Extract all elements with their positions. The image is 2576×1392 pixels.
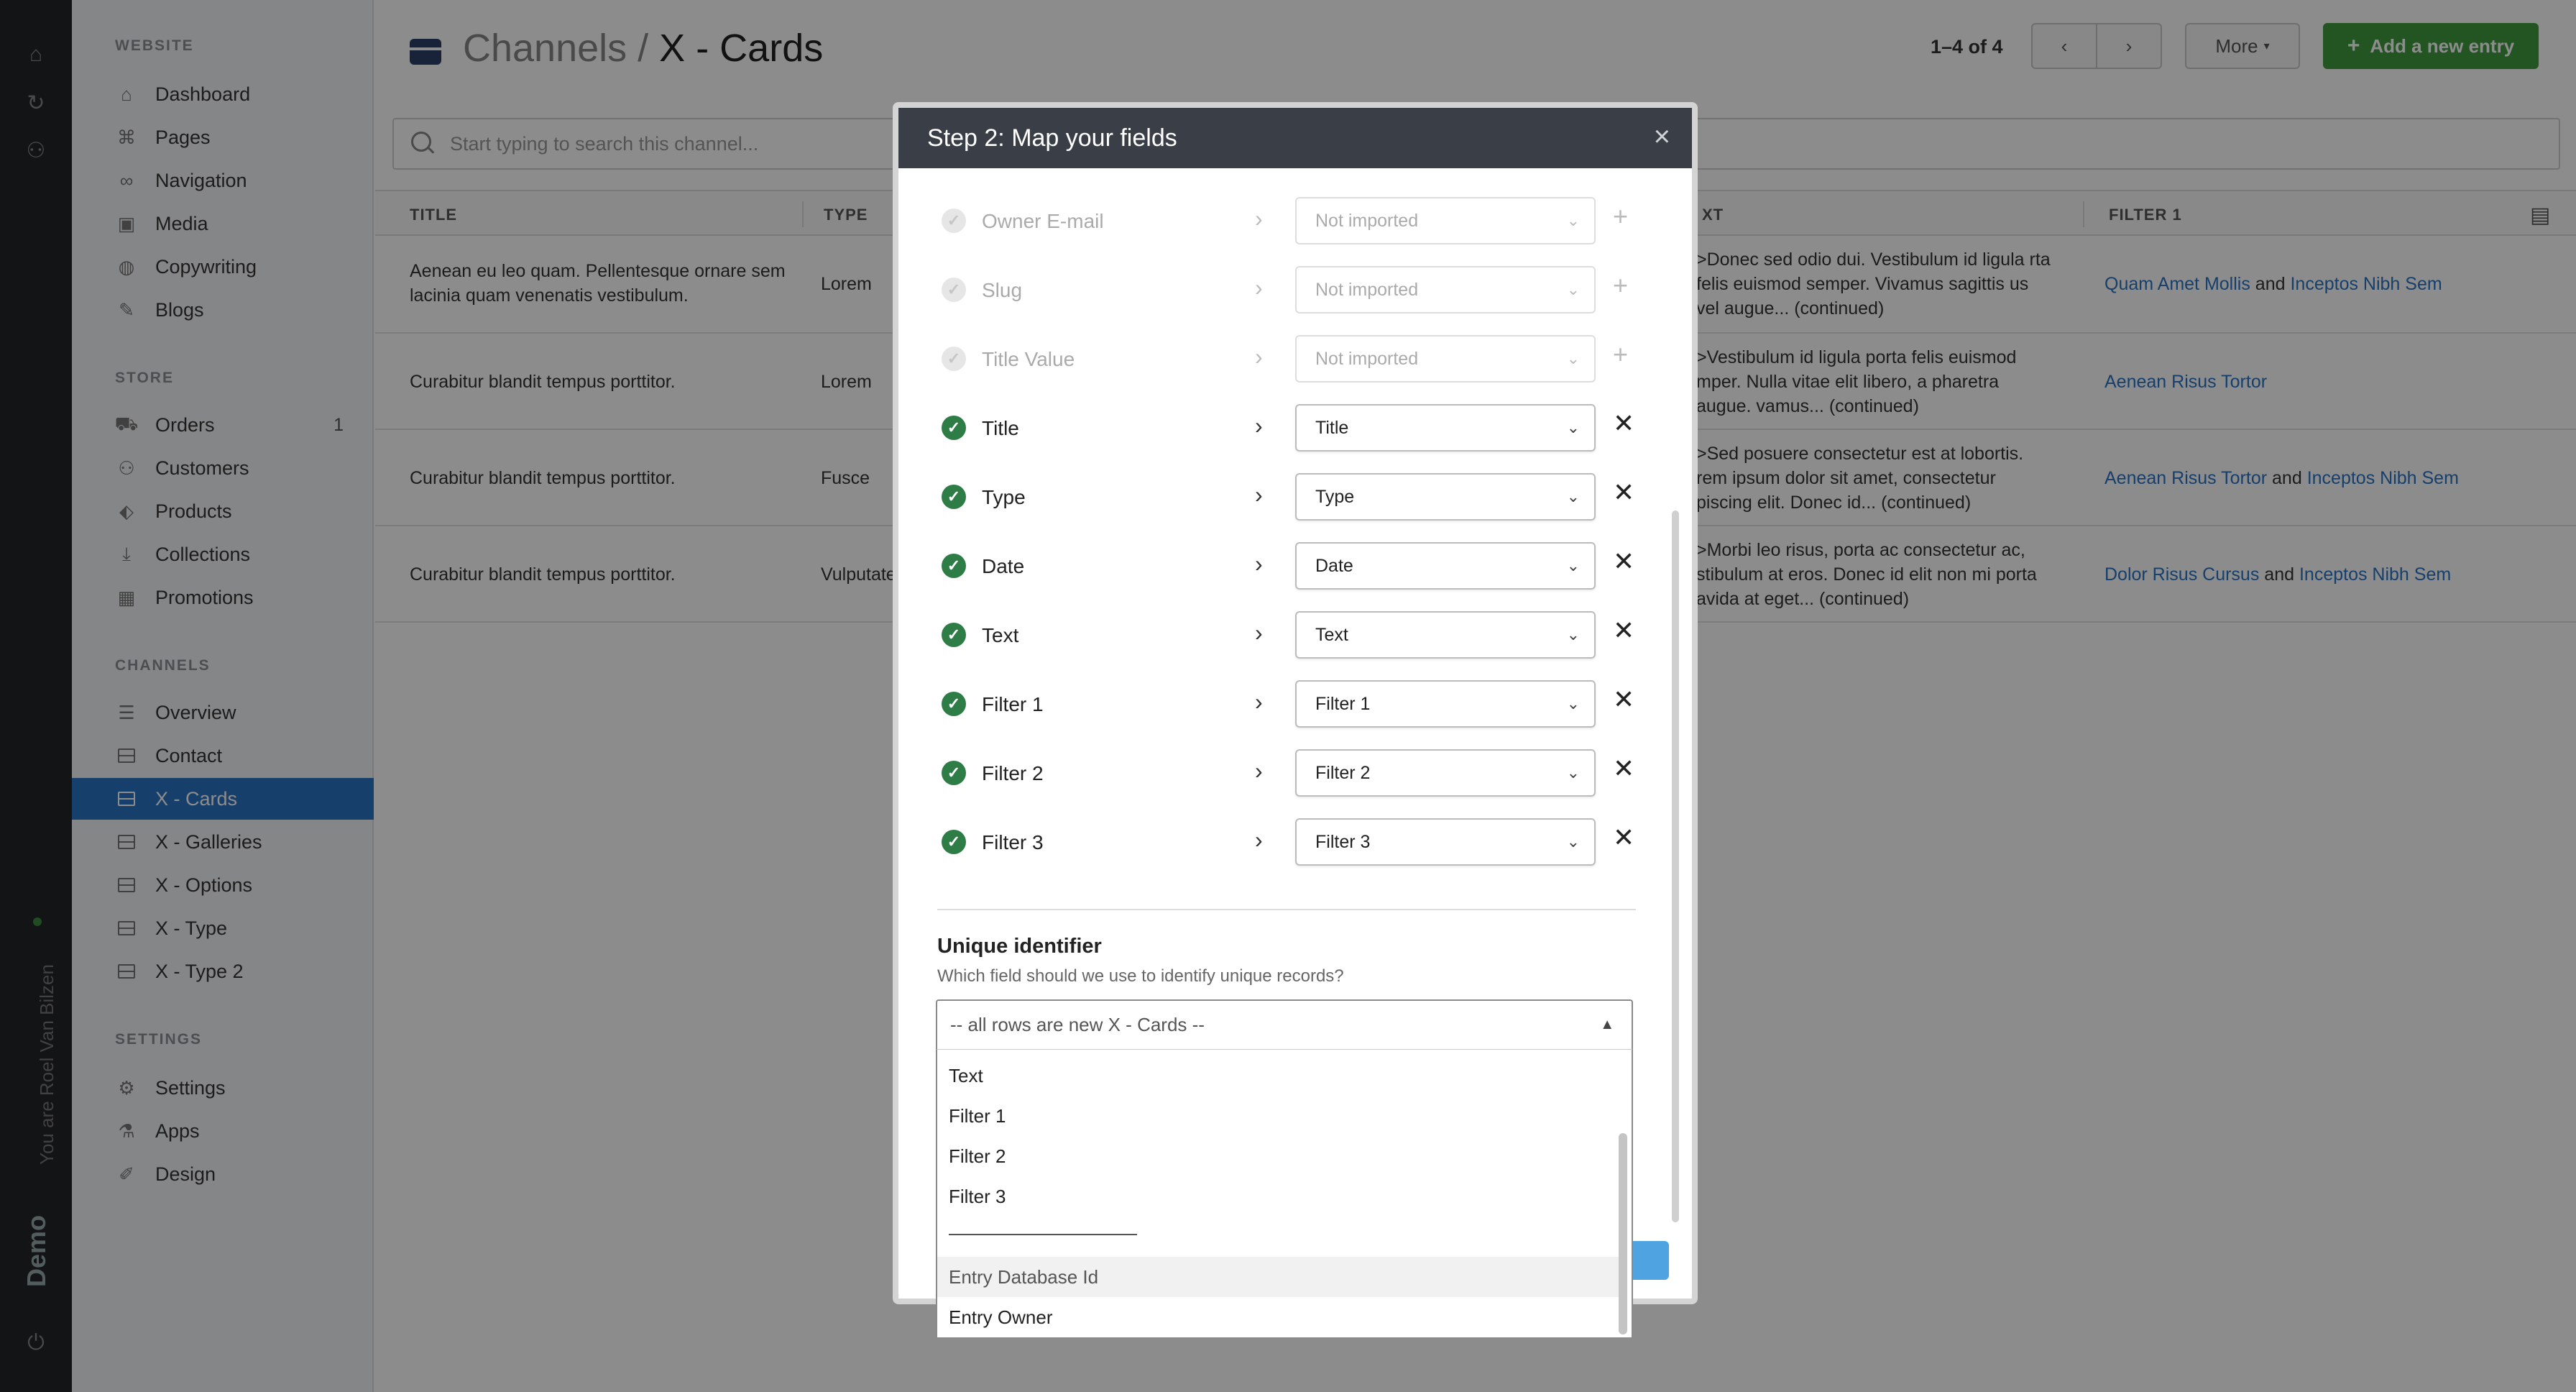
- caret-up-icon: ▲: [1600, 1017, 1614, 1032]
- field-label: Type: [982, 486, 1026, 508]
- field-mapping-select[interactable]: Title ⌄: [1295, 404, 1596, 452]
- check-circle-icon: ✓: [942, 761, 966, 785]
- select-value: Text: [1315, 624, 1348, 645]
- chevron-right-icon: ›: [1255, 413, 1263, 439]
- field-label: Text: [982, 624, 1019, 646]
- remove-icon[interactable]: ✕: [1613, 823, 1634, 853]
- option-entry-database-id[interactable]: Entry Database Id: [937, 1257, 1620, 1297]
- chevron-right-icon: ›: [1255, 482, 1263, 508]
- check-circle-icon: ✓: [942, 554, 966, 578]
- field-row-title: ✓ Title › Title ⌄ ✕: [898, 394, 1660, 463]
- remove-icon[interactable]: ✕: [1613, 477, 1634, 508]
- unique-identifier-title: Unique identifier: [937, 935, 1102, 958]
- option-filter-2[interactable]: Filter 2: [937, 1136, 1620, 1176]
- chevron-right-icon: ›: [1255, 758, 1263, 784]
- options-separator: [949, 1234, 1137, 1235]
- unique-identifier-help: Which field should we use to identify un…: [937, 966, 1344, 986]
- chevron-down-icon: ⌄: [1566, 418, 1580, 436]
- select-value: Filter 2: [1315, 762, 1371, 783]
- select-value: Title: [1315, 417, 1349, 438]
- unique-identifier-select[interactable]: -- all rows are new X - Cards -- ▲: [936, 999, 1633, 1050]
- option-filter-1[interactable]: Filter 1: [937, 1096, 1620, 1136]
- chevron-right-icon: ›: [1255, 620, 1263, 646]
- remove-icon[interactable]: ✕: [1613, 615, 1634, 646]
- chevron-down-icon: ⌄: [1566, 833, 1580, 851]
- field-label: Slug: [982, 279, 1023, 301]
- plus-icon[interactable]: +: [1613, 270, 1628, 301]
- field-row-text: ✓ Text › Text ⌄ ✕: [898, 601, 1660, 670]
- field-mapping-select[interactable]: Not imported ⌄: [1295, 266, 1596, 313]
- check-circle-icon: ✓: [942, 278, 966, 302]
- field-row-title-value: ✓ Title Value › Not imported ⌄ +: [898, 325, 1660, 394]
- modal-title: Step 2: Map your fields: [927, 124, 1177, 152]
- field-mapping-select[interactable]: Filter 3 ⌄: [1295, 818, 1596, 866]
- field-row-type: ✓ Type › Type ⌄ ✕: [898, 463, 1660, 532]
- field-mapping-select[interactable]: Filter 2 ⌄: [1295, 749, 1596, 797]
- check-circle-icon: ✓: [942, 485, 966, 509]
- select-value: Filter 3: [1315, 831, 1371, 852]
- check-circle-icon: ✓: [942, 623, 966, 647]
- chevron-down-icon: ⌄: [1566, 349, 1580, 367]
- divider: [937, 909, 1636, 910]
- field-row-filter-3: ✓ Filter 3 › Filter 3 ⌄ ✕: [898, 808, 1660, 877]
- field-row-filter-1: ✓ Filter 1 › Filter 1 ⌄ ✕: [898, 670, 1660, 739]
- plus-icon[interactable]: +: [1613, 201, 1628, 232]
- option-filter-3[interactable]: Filter 3: [937, 1176, 1620, 1217]
- field-label: Owner E-mail: [982, 210, 1104, 232]
- field-mapping-select[interactable]: Not imported ⌄: [1295, 335, 1596, 383]
- close-icon[interactable]: ×: [1654, 121, 1670, 153]
- unique-identifier-options: Text Filter 1 Filter 2 Filter 3 Entry Da…: [936, 1050, 1633, 1339]
- field-label: Title: [982, 417, 1019, 439]
- chevron-down-icon: ⌄: [1566, 557, 1580, 574]
- chevron-down-icon: ⌄: [1566, 695, 1580, 713]
- plus-icon[interactable]: +: [1613, 339, 1628, 370]
- modal-scrollbar[interactable]: [1672, 510, 1679, 1222]
- field-row-owner-email: ✓ Owner E-mail › Not imported ⌄ +: [898, 187, 1660, 256]
- field-label: Filter 3: [982, 831, 1044, 853]
- chevron-down-icon: ⌄: [1566, 764, 1580, 782]
- field-row-filter-2: ✓ Filter 2 › Filter 2 ⌄ ✕: [898, 739, 1660, 808]
- field-mapping-select[interactable]: Date ⌄: [1295, 542, 1596, 590]
- chevron-right-icon: ›: [1255, 827, 1263, 853]
- remove-icon[interactable]: ✕: [1613, 546, 1634, 577]
- field-label: Filter 1: [982, 693, 1044, 715]
- check-circle-icon: ✓: [942, 692, 966, 716]
- option-text[interactable]: Text: [937, 1056, 1620, 1096]
- remove-icon[interactable]: ✕: [1613, 684, 1634, 715]
- field-mapping-select[interactable]: Text ⌄: [1295, 611, 1596, 659]
- chevron-right-icon: ›: [1255, 275, 1263, 301]
- field-mapping-select[interactable]: Not imported ⌄: [1295, 197, 1596, 244]
- check-circle-icon: ✓: [942, 209, 966, 233]
- select-value: Type: [1315, 486, 1355, 507]
- check-circle-icon: ✓: [942, 347, 966, 371]
- dropdown-scrollbar[interactable]: [1619, 1133, 1627, 1334]
- select-value: Not imported: [1315, 210, 1419, 231]
- chevron-right-icon: ›: [1255, 206, 1263, 232]
- select-value: Date: [1315, 555, 1353, 576]
- field-label: Title Value: [982, 348, 1075, 370]
- chevron-down-icon: ⌄: [1566, 626, 1580, 644]
- remove-icon[interactable]: ✕: [1613, 408, 1634, 439]
- check-circle-icon: ✓: [942, 416, 966, 440]
- select-value: Filter 1: [1315, 693, 1371, 714]
- select-value: Not imported: [1315, 348, 1419, 369]
- chevron-down-icon: ⌄: [1566, 487, 1580, 505]
- field-label: Date: [982, 555, 1025, 577]
- select-value: Not imported: [1315, 279, 1419, 300]
- chevron-right-icon: ›: [1255, 344, 1263, 370]
- field-row-slug: ✓ Slug › Not imported ⌄ +: [898, 256, 1660, 325]
- remove-icon[interactable]: ✕: [1613, 754, 1634, 784]
- select-value: -- all rows are new X - Cards --: [950, 1014, 1205, 1035]
- modal-header: Step 2: Map your fields ×: [898, 108, 1692, 168]
- chevron-down-icon: ⌄: [1566, 211, 1580, 229]
- chevron-right-icon: ›: [1255, 551, 1263, 577]
- chevron-right-icon: ›: [1255, 689, 1263, 715]
- chevron-down-icon: ⌄: [1566, 280, 1580, 298]
- option-entry-owner[interactable]: Entry Owner: [937, 1297, 1620, 1337]
- check-circle-icon: ✓: [942, 830, 966, 854]
- field-row-date: ✓ Date › Date ⌄ ✕: [898, 532, 1660, 601]
- field-mapping-select[interactable]: Type ⌄: [1295, 473, 1596, 521]
- field-mapping-select[interactable]: Filter 1 ⌄: [1295, 680, 1596, 728]
- field-label: Filter 2: [982, 762, 1044, 784]
